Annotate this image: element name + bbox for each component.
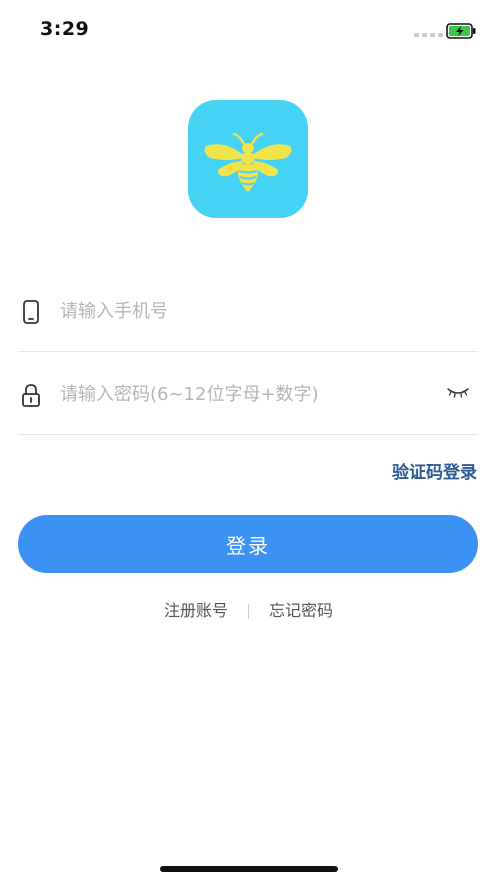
home-indicator[interactable] bbox=[160, 866, 338, 872]
battery-charging-icon bbox=[446, 23, 476, 39]
lock-icon bbox=[22, 384, 40, 407]
forgot-password-link[interactable]: 忘记密码 bbox=[269, 601, 333, 620]
register-link[interactable]: 注册账号 bbox=[164, 601, 228, 620]
password-field bbox=[18, 355, 478, 435]
bottom-links: 注册账号 忘记密码 bbox=[0, 597, 497, 621]
sms-code-login-link[interactable]: 验证码登录 bbox=[392, 458, 477, 483]
status-time: 3:29 bbox=[40, 18, 90, 40]
phone-field bbox=[18, 272, 478, 352]
phone-input[interactable] bbox=[60, 296, 440, 326]
app-logo bbox=[188, 100, 308, 218]
eye-closed-icon[interactable] bbox=[446, 385, 470, 399]
mobile-phone-icon bbox=[23, 300, 39, 324]
link-divider bbox=[248, 604, 249, 619]
login-button[interactable]: 登录 bbox=[18, 515, 478, 573]
password-input[interactable] bbox=[60, 379, 440, 409]
status-bar: 3:29 bbox=[0, 0, 497, 60]
signal-dots-icon bbox=[414, 33, 443, 37]
bee-icon bbox=[204, 132, 292, 192]
